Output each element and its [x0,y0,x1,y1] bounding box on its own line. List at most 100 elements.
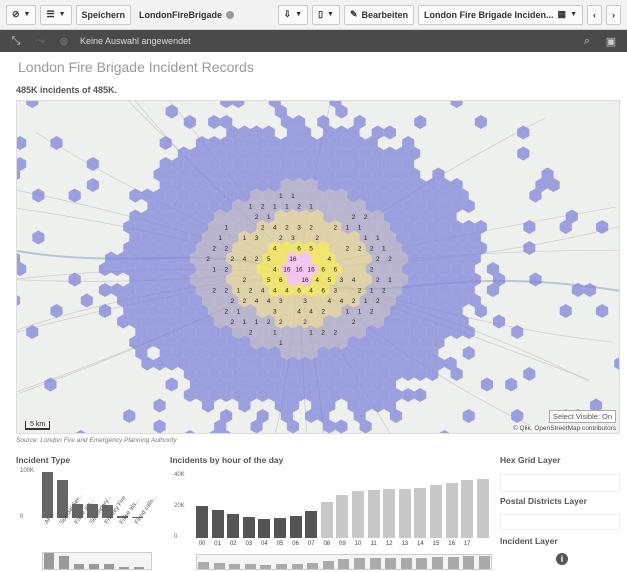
hour-bar[interactable] [398,489,411,538]
hex-cell[interactable] [17,262,27,276]
step-forward-icon[interactable]: ⤳ [32,34,48,48]
hex-cell[interactable] [44,377,57,392]
hex-cell[interactable] [129,188,142,203]
scrollbar-bar [478,555,490,569]
hex-cell[interactable] [462,409,475,423]
hour-bar[interactable] [227,513,240,538]
hex-cell[interactable] [183,115,196,129]
hour-bar[interactable] [211,510,224,538]
navigation-menu-button[interactable]: ⊘ ▼ [6,4,37,25]
hex-cell[interactable] [414,115,427,129]
hex-cell[interactable] [402,388,415,402]
hex-cell[interactable] [614,357,620,371]
hour-bar[interactable] [383,489,396,538]
hex-cell[interactable] [529,272,542,287]
incident-type-bar[interactable] [42,472,53,518]
hex-cell[interactable] [383,125,396,140]
hex-cell[interactable] [517,146,530,161]
info-icon[interactable]: i [556,553,568,565]
hex-count-label: 2 [321,309,325,316]
hour-bar[interactable] [367,489,380,538]
hex-count-label: 1 [346,309,350,316]
chevron-right-icon: › [612,9,615,20]
hex-cell[interactable] [505,377,518,392]
hex-cell[interactable] [17,136,27,150]
hex-cell[interactable] [517,125,530,140]
scrollbar-bar [432,557,443,569]
hex-cell[interactable] [335,419,348,434]
hex-cell[interactable] [86,157,99,171]
hex-cell[interactable] [596,304,609,318]
hex-cell[interactable] [493,314,506,329]
hex-cell[interactable] [32,188,45,203]
hour-chart[interactable]: 0 20K 40K 00 01 02 03 04 05 06 07 08 09 10 11 12 13 14 15 1… [170,466,496,572]
hex-cell[interactable] [438,430,450,434]
hex-cell[interactable] [123,409,136,423]
hex-cell[interactable] [17,294,21,308]
search-icon[interactable]: ⌕ [579,34,595,48]
hex-cell[interactable] [17,157,27,171]
hex-count-label: 2 [334,330,338,337]
hex-cell[interactable] [32,230,45,245]
hex-cell[interactable] [474,115,487,129]
hour-bar[interactable] [242,516,255,538]
hex-cell[interactable] [68,272,81,287]
hex-cell[interactable] [232,101,245,108]
hex-cell[interactable] [208,115,221,129]
list-menu-button[interactable]: ☰ ▼ [40,4,72,25]
incident-map[interactable]: 1112112121221242322111132321122465222122… [16,100,620,434]
hour-bar[interactable] [414,487,427,538]
hex-cell[interactable] [184,430,196,434]
hex-cell[interactable] [450,101,463,108]
hex-cell[interactable] [159,136,172,150]
hex-map-canvas[interactable]: 1 11 2 1 1 2 12 1 2 21 2 4 2 3 2 2 1 11 1 3 2 3 2 1 12 2 4 6 5 2 2 2 12 2… [17,101,620,434]
next-sheet-button[interactable]: › [606,4,621,25]
hex-cell[interactable] [462,346,475,360]
save-button[interactable]: Speichern [75,4,132,25]
hex-count-label: 16 [289,256,297,263]
pencil-icon: ✎ [349,9,358,19]
hour-bar[interactable] [430,485,442,538]
hex-cell[interactable] [98,304,112,318]
hour-bar[interactable] [258,519,271,538]
sheet-selector[interactable]: London Fire Brigade Inciden... ▦ ▼ [418,4,583,25]
hex-cell[interactable] [86,178,99,192]
hex-cell[interactable] [165,104,178,119]
hex-count-label: 1 [309,204,313,211]
hour-bar[interactable] [274,517,286,538]
hex-cell[interactable] [523,367,536,381]
hex-cell[interactable] [50,304,63,318]
hour-bar[interactable] [352,490,364,538]
hour-bar[interactable] [289,515,302,538]
hex-cell[interactable] [480,377,493,392]
hex-cell[interactable] [414,388,427,402]
hex-cell[interactable] [523,241,536,255]
hex-cell[interactable] [68,188,81,203]
bookmark-button[interactable]: ▯ ▼ [312,4,340,25]
smart-search-icon[interactable]: ▣ [603,34,619,48]
data-button[interactable]: ⇩ ▼ [277,4,309,25]
hex-cell[interactable] [523,220,536,234]
hex-cell[interactable] [153,419,166,434]
edit-button[interactable]: ✎ Bearbeiten [343,4,415,25]
selections-tool-icon[interactable]: ⤡ [8,34,24,48]
hour-bar[interactable] [461,480,474,538]
hour-bar[interactable] [305,511,318,538]
hex-cell[interactable] [559,304,572,318]
hex-cell[interactable] [80,293,93,308]
hex-cell[interactable] [98,283,112,297]
hex-cell[interactable] [153,398,166,413]
incident-type-chart[interactable]: 0 100K AFA Special Ser... False ala... Second… [16,466,162,572]
hour-bar[interactable] [336,494,349,538]
hour-bar[interactable] [445,482,458,538]
hour-bar[interactable] [476,479,489,538]
hour-bar[interactable] [320,502,333,538]
hex-cell[interactable] [26,101,39,108]
hex-cell[interactable] [165,377,178,392]
hex-cell[interactable] [220,101,233,108]
clear-selections-icon[interactable]: ⊗ [56,34,72,48]
previous-sheet-button[interactable]: ‹ [587,4,602,25]
hex-cell[interactable] [75,430,87,434]
select-visible-toggle[interactable]: Select Visible: On [548,410,616,423]
hour-bar[interactable] [196,505,208,538]
